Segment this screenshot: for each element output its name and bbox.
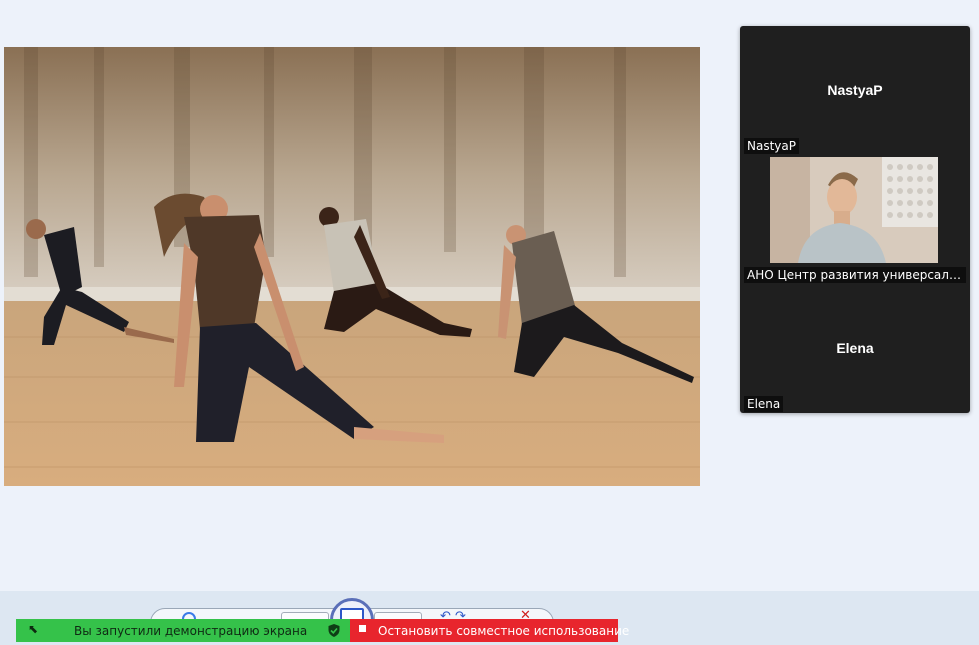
screen-share-banner: ⬉ Вы запустили демонстрацию экрана <box>16 619 350 642</box>
participant-tile[interactable]: Elena Elena <box>740 284 970 413</box>
participant-tile[interactable]: АНО Центр развития универсальн... <box>740 155 970 284</box>
participant-tile[interactable]: NastyaP NastyaP <box>740 26 970 155</box>
stop-share-label: Остановить совместное использование <box>378 624 630 638</box>
participant-display-name: Elena <box>836 340 874 356</box>
stop-icon <box>359 625 366 632</box>
pin-icon[interactable]: ⬉ <box>28 622 38 636</box>
participant-name-caption: Elena <box>744 396 784 412</box>
participant-name-caption: NastyaP <box>744 138 799 154</box>
dance-studio-photo <box>4 47 700 486</box>
participant-video <box>770 157 938 263</box>
webcam-feed <box>770 157 938 263</box>
share-status-text: Вы запустили демонстрацию экрана <box>74 624 308 638</box>
shield-check-icon <box>328 624 340 637</box>
participant-name-caption: АНО Центр развития универсальн... <box>744 267 966 283</box>
stop-share-button[interactable]: Остановить совместное использование <box>350 619 629 642</box>
participant-panel: NastyaP NastyaP АНО Центр развития униве… <box>740 26 970 413</box>
participant-display-name: NastyaP <box>827 82 883 98</box>
shared-screen-image <box>4 47 700 486</box>
